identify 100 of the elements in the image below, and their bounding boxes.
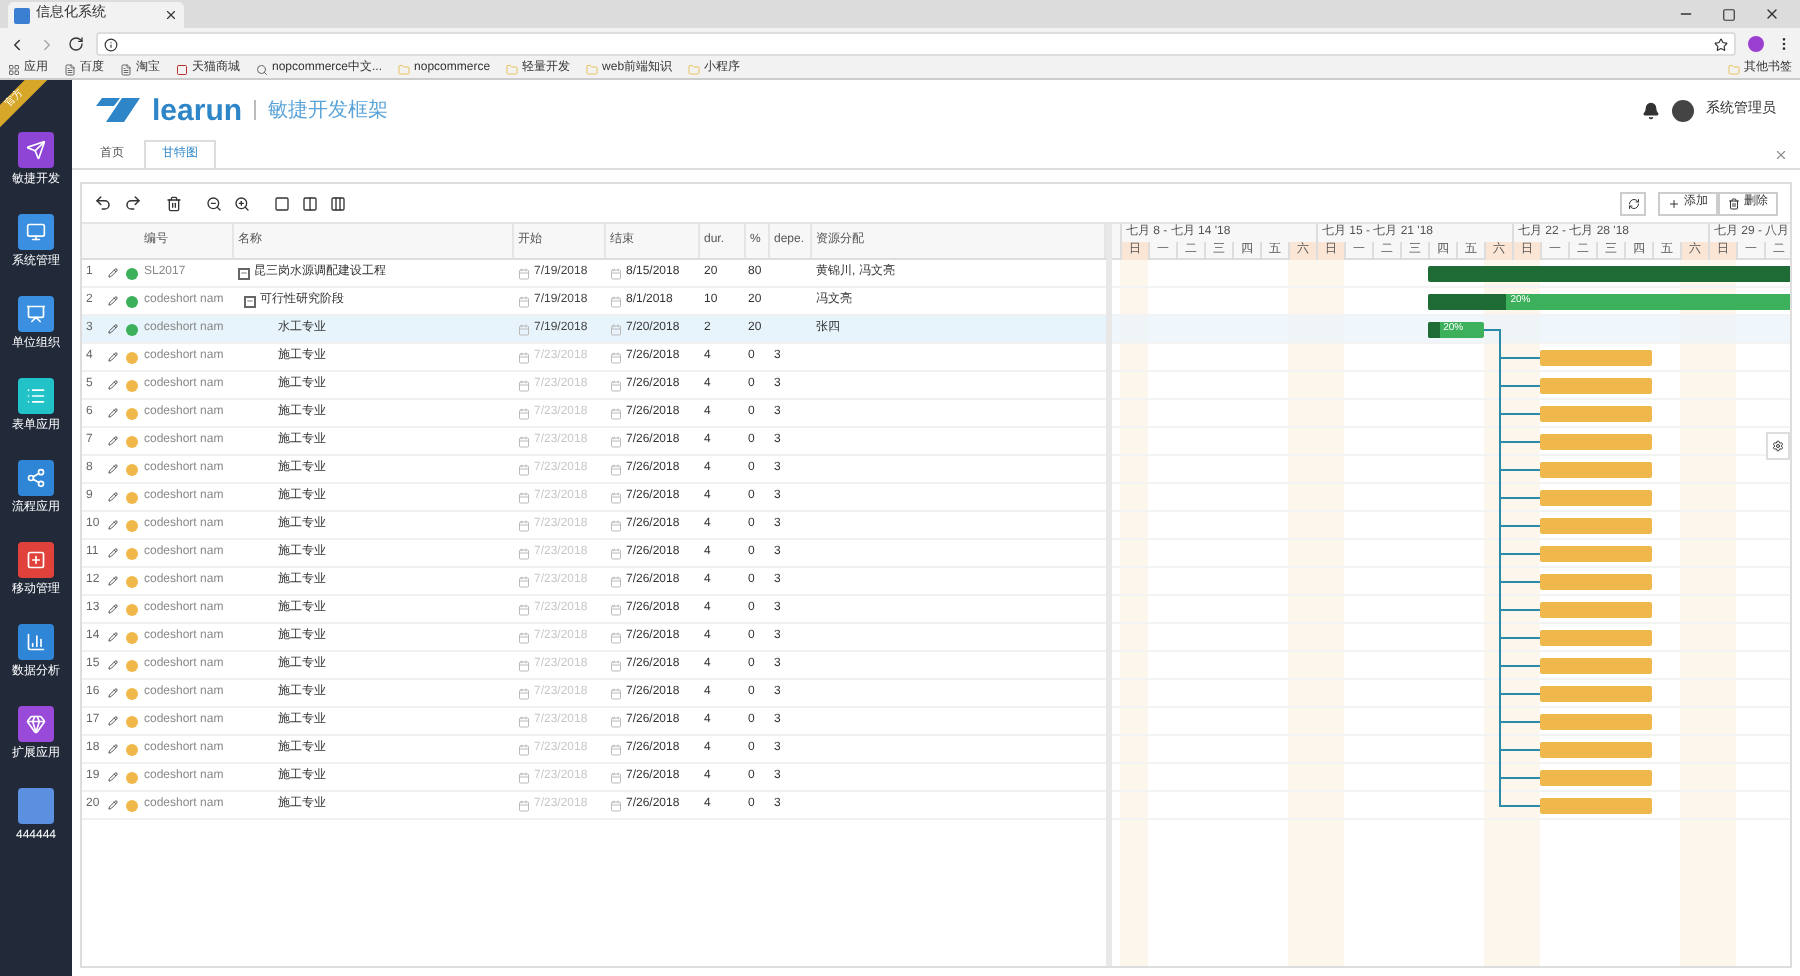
calendar-icon[interactable] <box>518 267 530 279</box>
calendar-icon[interactable] <box>518 771 530 783</box>
edit-icon[interactable] <box>108 324 118 334</box>
zoom-in-icon[interactable] <box>234 195 250 211</box>
collapse-icon[interactable] <box>238 267 250 279</box>
calendar-icon[interactable] <box>518 351 530 363</box>
calendar-icon[interactable] <box>518 799 530 811</box>
redo-icon[interactable] <box>124 194 142 212</box>
profile-icon[interactable] <box>1748 36 1764 52</box>
task-bar[interactable] <box>1540 770 1652 786</box>
calendar-icon[interactable] <box>518 715 530 727</box>
task-bar[interactable] <box>1540 378 1652 394</box>
task-bar[interactable] <box>1540 462 1652 478</box>
calendar-icon[interactable] <box>610 687 622 699</box>
calendar-icon[interactable] <box>518 379 530 391</box>
task-bar[interactable] <box>1540 574 1652 590</box>
task-bar[interactable] <box>1540 434 1652 450</box>
edit-icon[interactable] <box>108 268 118 278</box>
address-field[interactable] <box>96 32 1736 56</box>
task-bar[interactable] <box>1540 714 1652 730</box>
edit-icon[interactable] <box>108 296 118 306</box>
edit-icon[interactable] <box>108 660 118 670</box>
calendar-icon[interactable] <box>518 463 530 475</box>
calendar-icon[interactable] <box>610 463 622 475</box>
task-bar[interactable] <box>1540 742 1652 758</box>
zoom-out-icon[interactable] <box>206 195 222 211</box>
calendar-icon[interactable] <box>610 659 622 671</box>
edit-icon[interactable] <box>108 688 118 698</box>
edit-icon[interactable] <box>108 380 118 390</box>
calendar-icon[interactable] <box>610 267 622 279</box>
edit-icon[interactable] <box>108 520 118 530</box>
star-icon[interactable] <box>1714 37 1728 51</box>
reload-icon[interactable] <box>68 36 84 52</box>
calendar-icon[interactable] <box>518 659 530 671</box>
task-bar[interactable] <box>1540 546 1652 562</box>
calendar-icon[interactable] <box>610 715 622 727</box>
calendar-icon[interactable] <box>610 631 622 643</box>
edit-icon[interactable] <box>108 408 118 418</box>
task-bar[interactable] <box>1540 602 1652 618</box>
task-bar[interactable] <box>1540 518 1652 534</box>
task-bar[interactable] <box>1540 658 1652 674</box>
edit-icon[interactable] <box>108 604 118 614</box>
close-icon[interactable] <box>164 8 178 22</box>
calendar-icon[interactable] <box>610 547 622 559</box>
calendar-icon[interactable] <box>518 323 530 335</box>
calendar-icon[interactable] <box>610 295 622 307</box>
back-icon[interactable] <box>8 35 26 53</box>
edit-icon[interactable] <box>108 548 118 558</box>
task-bar[interactable] <box>1540 490 1652 506</box>
bell-icon[interactable] <box>1642 101 1660 119</box>
calendar-icon[interactable] <box>610 323 622 335</box>
calendar-icon[interactable] <box>610 351 622 363</box>
collapse-icon[interactable] <box>244 295 256 307</box>
edit-icon[interactable] <box>108 492 118 502</box>
edit-icon[interactable] <box>108 464 118 474</box>
calendar-icon[interactable] <box>610 379 622 391</box>
settings-button[interactable] <box>1766 432 1790 460</box>
restore-icon[interactable] <box>1722 7 1736 21</box>
edit-icon[interactable] <box>108 800 118 810</box>
calendar-icon[interactable] <box>518 603 530 615</box>
single-pane-icon[interactable] <box>274 195 290 211</box>
task-bar[interactable] <box>1540 630 1652 646</box>
calendar-icon[interactable] <box>518 491 530 503</box>
forward-icon[interactable] <box>38 35 56 53</box>
calendar-icon[interactable] <box>518 547 530 559</box>
calendar-icon[interactable] <box>518 575 530 587</box>
calendar-icon[interactable] <box>518 519 530 531</box>
calendar-icon[interactable] <box>610 799 622 811</box>
task-bar[interactable] <box>1540 350 1652 366</box>
calendar-icon[interactable] <box>518 743 530 755</box>
calendar-icon[interactable] <box>610 491 622 503</box>
edit-icon[interactable] <box>108 352 118 362</box>
task-bar[interactable] <box>1540 798 1652 814</box>
three-pane-icon[interactable] <box>330 195 346 211</box>
task-bar[interactable] <box>1540 406 1652 422</box>
refresh-button[interactable] <box>1620 191 1646 215</box>
close-icon[interactable] <box>1764 6 1780 22</box>
calendar-icon[interactable] <box>518 295 530 307</box>
calendar-icon[interactable] <box>610 519 622 531</box>
calendar-icon[interactable] <box>518 687 530 699</box>
calendar-icon[interactable] <box>610 407 622 419</box>
calendar-icon[interactable] <box>610 603 622 615</box>
calendar-icon[interactable] <box>518 631 530 643</box>
split-pane-icon[interactable] <box>302 195 318 211</box>
edit-icon[interactable] <box>108 436 118 446</box>
calendar-icon[interactable] <box>518 435 530 447</box>
task-bar[interactable] <box>1540 686 1652 702</box>
calendar-icon[interactable] <box>610 575 622 587</box>
calendar-icon[interactable] <box>518 407 530 419</box>
undo-icon[interactable] <box>94 194 112 212</box>
calendar-icon[interactable] <box>610 743 622 755</box>
edit-icon[interactable] <box>108 632 118 642</box>
avatar[interactable] <box>1672 99 1694 121</box>
delete-icon[interactable] <box>166 195 182 211</box>
edit-icon[interactable] <box>108 576 118 586</box>
edit-icon[interactable] <box>108 744 118 754</box>
edit-icon[interactable] <box>108 772 118 782</box>
edit-icon[interactable] <box>108 716 118 726</box>
calendar-icon[interactable] <box>610 771 622 783</box>
calendar-icon[interactable] <box>610 435 622 447</box>
